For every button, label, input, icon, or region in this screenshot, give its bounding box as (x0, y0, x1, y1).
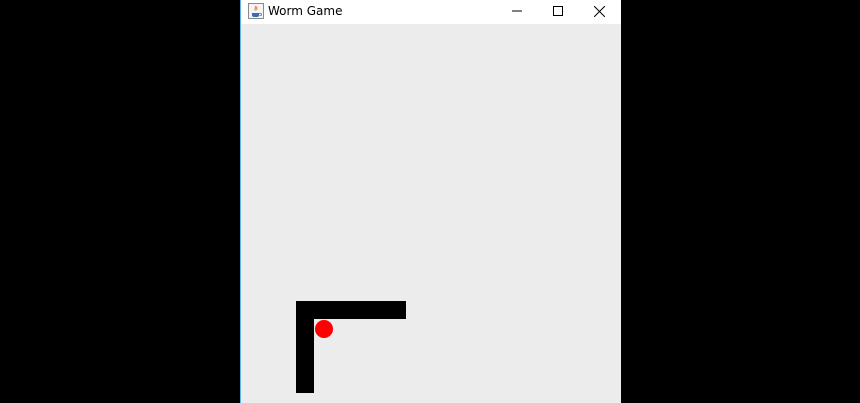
java-icon[interactable] (248, 3, 264, 19)
title-bar[interactable]: Worm Game (241, 0, 621, 24)
close-button[interactable] (577, 0, 621, 22)
game-window: Worm Game (240, 0, 621, 403)
minimize-icon (512, 10, 522, 12)
maximize-button[interactable] (536, 0, 580, 22)
window-title: Worm Game (268, 4, 343, 18)
minimize-button[interactable] (495, 0, 539, 22)
close-icon (593, 5, 605, 17)
game-board[interactable] (241, 24, 621, 403)
worm-body-vertical (296, 301, 314, 393)
maximize-icon (553, 6, 563, 16)
apple (315, 320, 333, 338)
